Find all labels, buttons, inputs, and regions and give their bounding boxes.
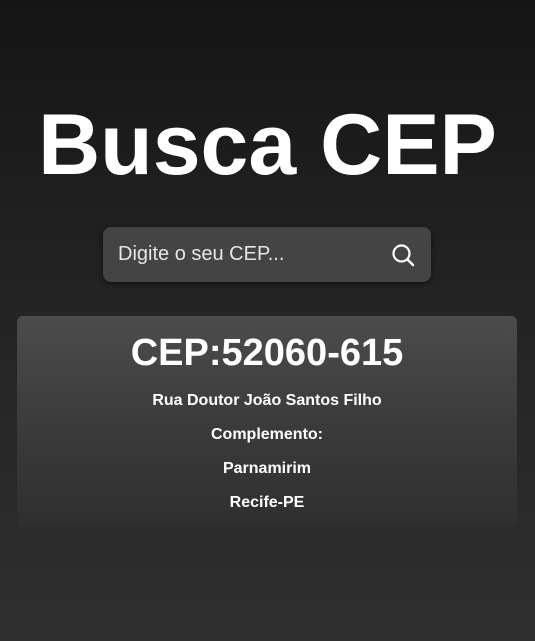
city-state-text: Recife-PE: [229, 494, 305, 511]
search-bar: [103, 227, 431, 282]
page: Busca CEP CEP:52060-615 Rua Doutor João …: [0, 0, 535, 641]
search-icon: [392, 244, 415, 267]
street-text: Rua Doutor João Santos Filho: [152, 392, 382, 409]
cep-result-card: CEP:52060-615 Rua Doutor João Santos Fil…: [17, 316, 517, 527]
neighborhood-text: Parnamirim: [222, 460, 312, 477]
search-button[interactable]: [386, 239, 420, 271]
cep-search-input[interactable]: [103, 227, 373, 282]
complement-text: Complemento:: [211, 426, 323, 443]
cep-heading: CEP:52060-615: [130, 332, 404, 374]
page-title: Busca CEP: [38, 97, 497, 193]
